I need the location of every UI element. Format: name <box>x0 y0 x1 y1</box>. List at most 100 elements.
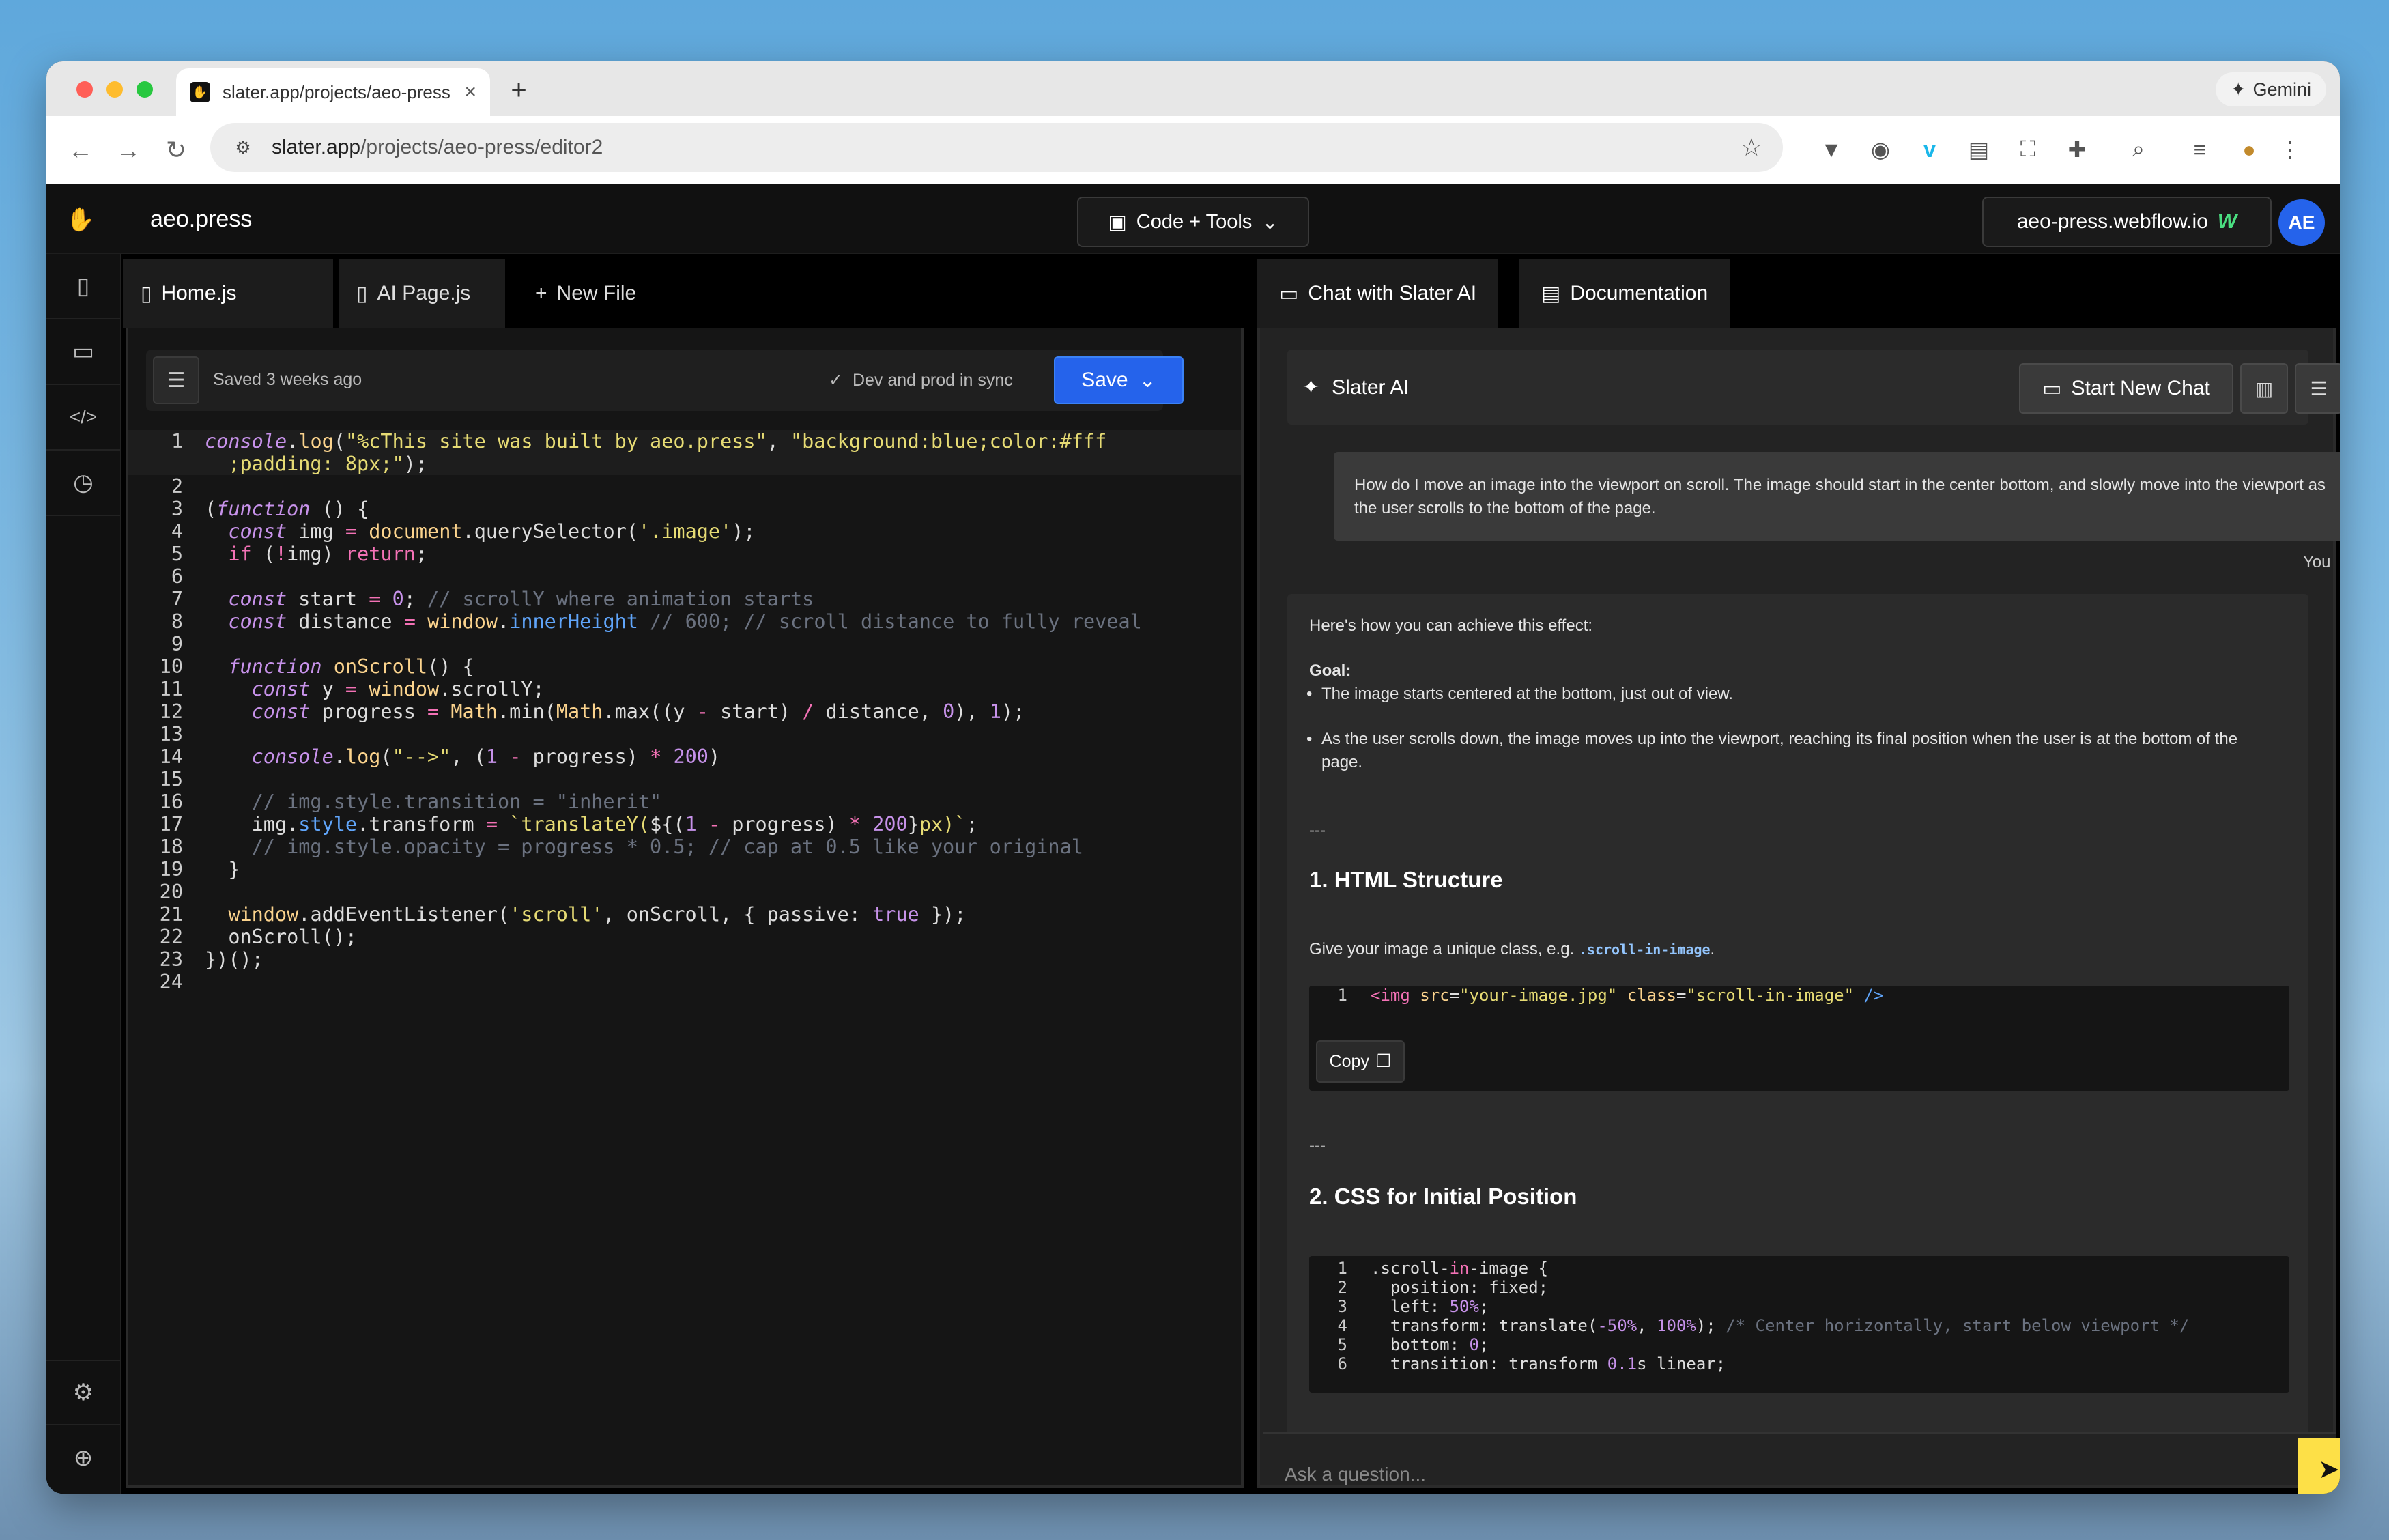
code-block-html: 1 <img src="your-image.jpg" class="scroll… <box>1309 986 2289 1091</box>
browser-window: ✋ slater.app/projects/aeo-press × + ✦ Gem… <box>46 61 2340 1494</box>
library-icon[interactable]: ▭ <box>46 319 120 385</box>
tab-home-js[interactable]: ▯ Home.js <box>123 259 333 328</box>
clipboard-extension-icon[interactable]: ▤ <box>1962 132 1996 167</box>
layout-icon: ▣ <box>1108 211 1127 233</box>
files-icon[interactable]: ▯ <box>46 254 120 319</box>
code-line: 13 <box>159 723 183 745</box>
vivaldi-extension-icon[interactable]: ▼ <box>1814 132 1848 167</box>
back-icon[interactable]: ← <box>63 132 98 168</box>
code-line: 22 onScroll(); <box>159 926 358 948</box>
mode-dropdown[interactable]: ▣ Code + Tools ⌄ <box>1077 197 1309 247</box>
code-lines[interactable]: 1 console.log("%cThis site was built by a… <box>128 430 1241 993</box>
chat-panel: ✦ Slater AI ▭ Start New Chat ▥ ☰ How do I … <box>1257 328 2340 1494</box>
code-line: 1 <img src="your-image.jpg" class="scroll… <box>1337 986 1884 1005</box>
separator: --- <box>1309 1137 1326 1155</box>
app-sidebar: ▯ ▭ </> ◷ ⚙ ⊕ <box>46 254 121 1494</box>
chevron-down-icon: ⌄ <box>1139 369 1156 392</box>
file-icon: ▯ <box>141 282 152 305</box>
chat-settings-sliders-icon[interactable]: ☰ <box>2295 363 2340 414</box>
send-icon[interactable]: ➤ <box>2298 1438 2340 1494</box>
code-line: 15 <box>159 768 183 790</box>
code-line: 18 // img.style.opacity = progress * 0.5… <box>159 836 1083 858</box>
save-button[interactable]: Save ⌄ <box>1054 356 1184 404</box>
code-line: 10 function onScroll() { <box>159 655 474 678</box>
help-lifebuoy-icon[interactable]: ⊕ <box>46 1425 120 1491</box>
maximize-window-button[interactable] <box>137 81 153 98</box>
more-menu-icon[interactable]: ⋮ <box>2273 132 2307 167</box>
hand-icon[interactable]: ✋ <box>66 205 96 235</box>
editor-settings-sliders-icon[interactable]: ☰ <box>153 356 199 404</box>
settings-gear-icon[interactable]: ⚙ <box>46 1360 120 1425</box>
reading-list-icon[interactable]: ≡ <box>2183 132 2217 167</box>
code-line: 12 const progress = Math.min(Math.max((y… <box>159 700 1025 723</box>
archive-icon[interactable]: ▥ <box>2240 363 2288 414</box>
new-tab-button[interactable]: + <box>502 74 535 106</box>
tab-documentation[interactable]: ▤ Documentation <box>1519 259 1730 328</box>
code-line: 19 } <box>159 858 240 881</box>
vimeo-extension-icon[interactable]: v <box>1913 132 1947 167</box>
ask-input[interactable]: Ask a question... <box>1285 1464 1426 1485</box>
code-line: 3 left: 50%; <box>1337 1297 1489 1316</box>
bookmark-star-icon[interactable]: ☆ <box>1741 133 1762 162</box>
reload-icon[interactable]: ↻ <box>158 132 194 168</box>
start-new-chat-button[interactable]: ▭ Start New Chat <box>2019 363 2233 414</box>
tab-label: Chat with Slater AI <box>1308 282 1477 304</box>
code-line: 1 console.log("%cThis site was built by a… <box>128 430 1241 453</box>
user-message: How do I move an image into the viewport… <box>1334 452 2340 541</box>
tab-label: New File <box>556 282 637 304</box>
extensions-puzzle-icon[interactable]: ✚ <box>2060 132 2094 167</box>
code-line: 11 const y = window.scrollY; <box>159 678 545 700</box>
url-text[interactable]: slater.app/projects/aeo-press/editor2 <box>272 136 1741 159</box>
file-icon: ▯ <box>356 282 368 305</box>
goal-bullet: As the user scrolls down, the image move… <box>1306 728 2283 774</box>
code-icon[interactable]: </> <box>46 385 120 451</box>
code-line: 1 .scroll-in-image { <box>1337 1259 1549 1278</box>
code-line: 20 <box>159 881 183 903</box>
tab-ai-page-js[interactable]: ▯ AI Page.js <box>339 259 505 328</box>
code-line: 5 bottom: 0; <box>1337 1335 1489 1354</box>
tab-label: Documentation <box>1570 282 1708 304</box>
code-line: 23})(); <box>159 948 263 971</box>
editor-tabs: ▯ Home.js ▯ AI Page.js + New File <box>123 254 1249 328</box>
tab-label: Home.js <box>161 282 237 304</box>
code-line: 2 position: fixed; <box>1337 1278 1549 1297</box>
gemini-label: Gemini <box>2252 79 2311 100</box>
history-icon[interactable]: ◷ <box>46 451 120 516</box>
code-line: 2 <box>171 475 183 498</box>
gemini-button[interactable]: ✦ Gemini <box>2215 72 2326 106</box>
code-line: 16 // img.style.transition = "inherit" <box>159 790 662 813</box>
tab-chat-with-slater-ai[interactable]: ▭ Chat with Slater AI <box>1257 259 1499 328</box>
mode-label: Code + Tools <box>1136 210 1253 233</box>
goal-label: Goal: <box>1309 661 1351 680</box>
close-window-button[interactable] <box>76 81 93 98</box>
tab-search-icon[interactable]: ⌕ <box>2121 132 2156 167</box>
chat-title: ✦ Slater AI <box>1302 375 1410 399</box>
copy-button[interactable]: Copy ❐ <box>1316 1040 1405 1083</box>
camera-extension-icon[interactable]: ◉ <box>1863 132 1898 167</box>
code-line: 24 <box>159 971 183 993</box>
chat-input-bar: Ask a question... <box>1263 1432 2336 1485</box>
separator: --- <box>1309 821 1326 840</box>
screenshot-extension-icon[interactable]: ⛶ <box>2011 132 2045 167</box>
sync-status: ✓ Dev and prod in sync <box>829 371 1013 390</box>
code-line: ;padding: 8px;"); <box>128 453 1241 475</box>
window-controls <box>76 81 153 98</box>
user-label: You <box>2303 553 2331 571</box>
sparkle-icon: ✦ <box>1302 376 1320 399</box>
new-file-button[interactable]: + New File <box>517 259 654 328</box>
site-settings-icon[interactable]: ⚙ <box>231 135 255 160</box>
browser-tabbar: ✋ slater.app/projects/aeo-press × + ✦ Gem… <box>46 61 2340 116</box>
minimize-window-button[interactable] <box>106 81 123 98</box>
profile-avatar-icon[interactable]: ● <box>2232 132 2266 167</box>
browser-tab[interactable]: ✋ slater.app/projects/aeo-press × <box>176 68 490 116</box>
inline-code: .scroll-in-image <box>1578 941 1711 958</box>
forward-icon[interactable]: → <box>111 132 146 168</box>
tab-close-icon[interactable]: × <box>464 81 476 104</box>
section-text: Give your image a unique class, e.g. .sc… <box>1309 940 1715 958</box>
webflow-site-button[interactable]: aeo-press.webflow.io W <box>1982 197 2272 247</box>
saved-status: Saved 3 weeks ago <box>213 370 362 389</box>
code-line: 4 const img = document.querySelector('.i… <box>171 520 756 543</box>
address-bar[interactable]: ⚙ slater.app/projects/aeo-press/editor2 … <box>210 123 1783 172</box>
document-icon: ▤ <box>1541 282 1561 305</box>
avatar[interactable]: AE <box>2278 199 2325 246</box>
